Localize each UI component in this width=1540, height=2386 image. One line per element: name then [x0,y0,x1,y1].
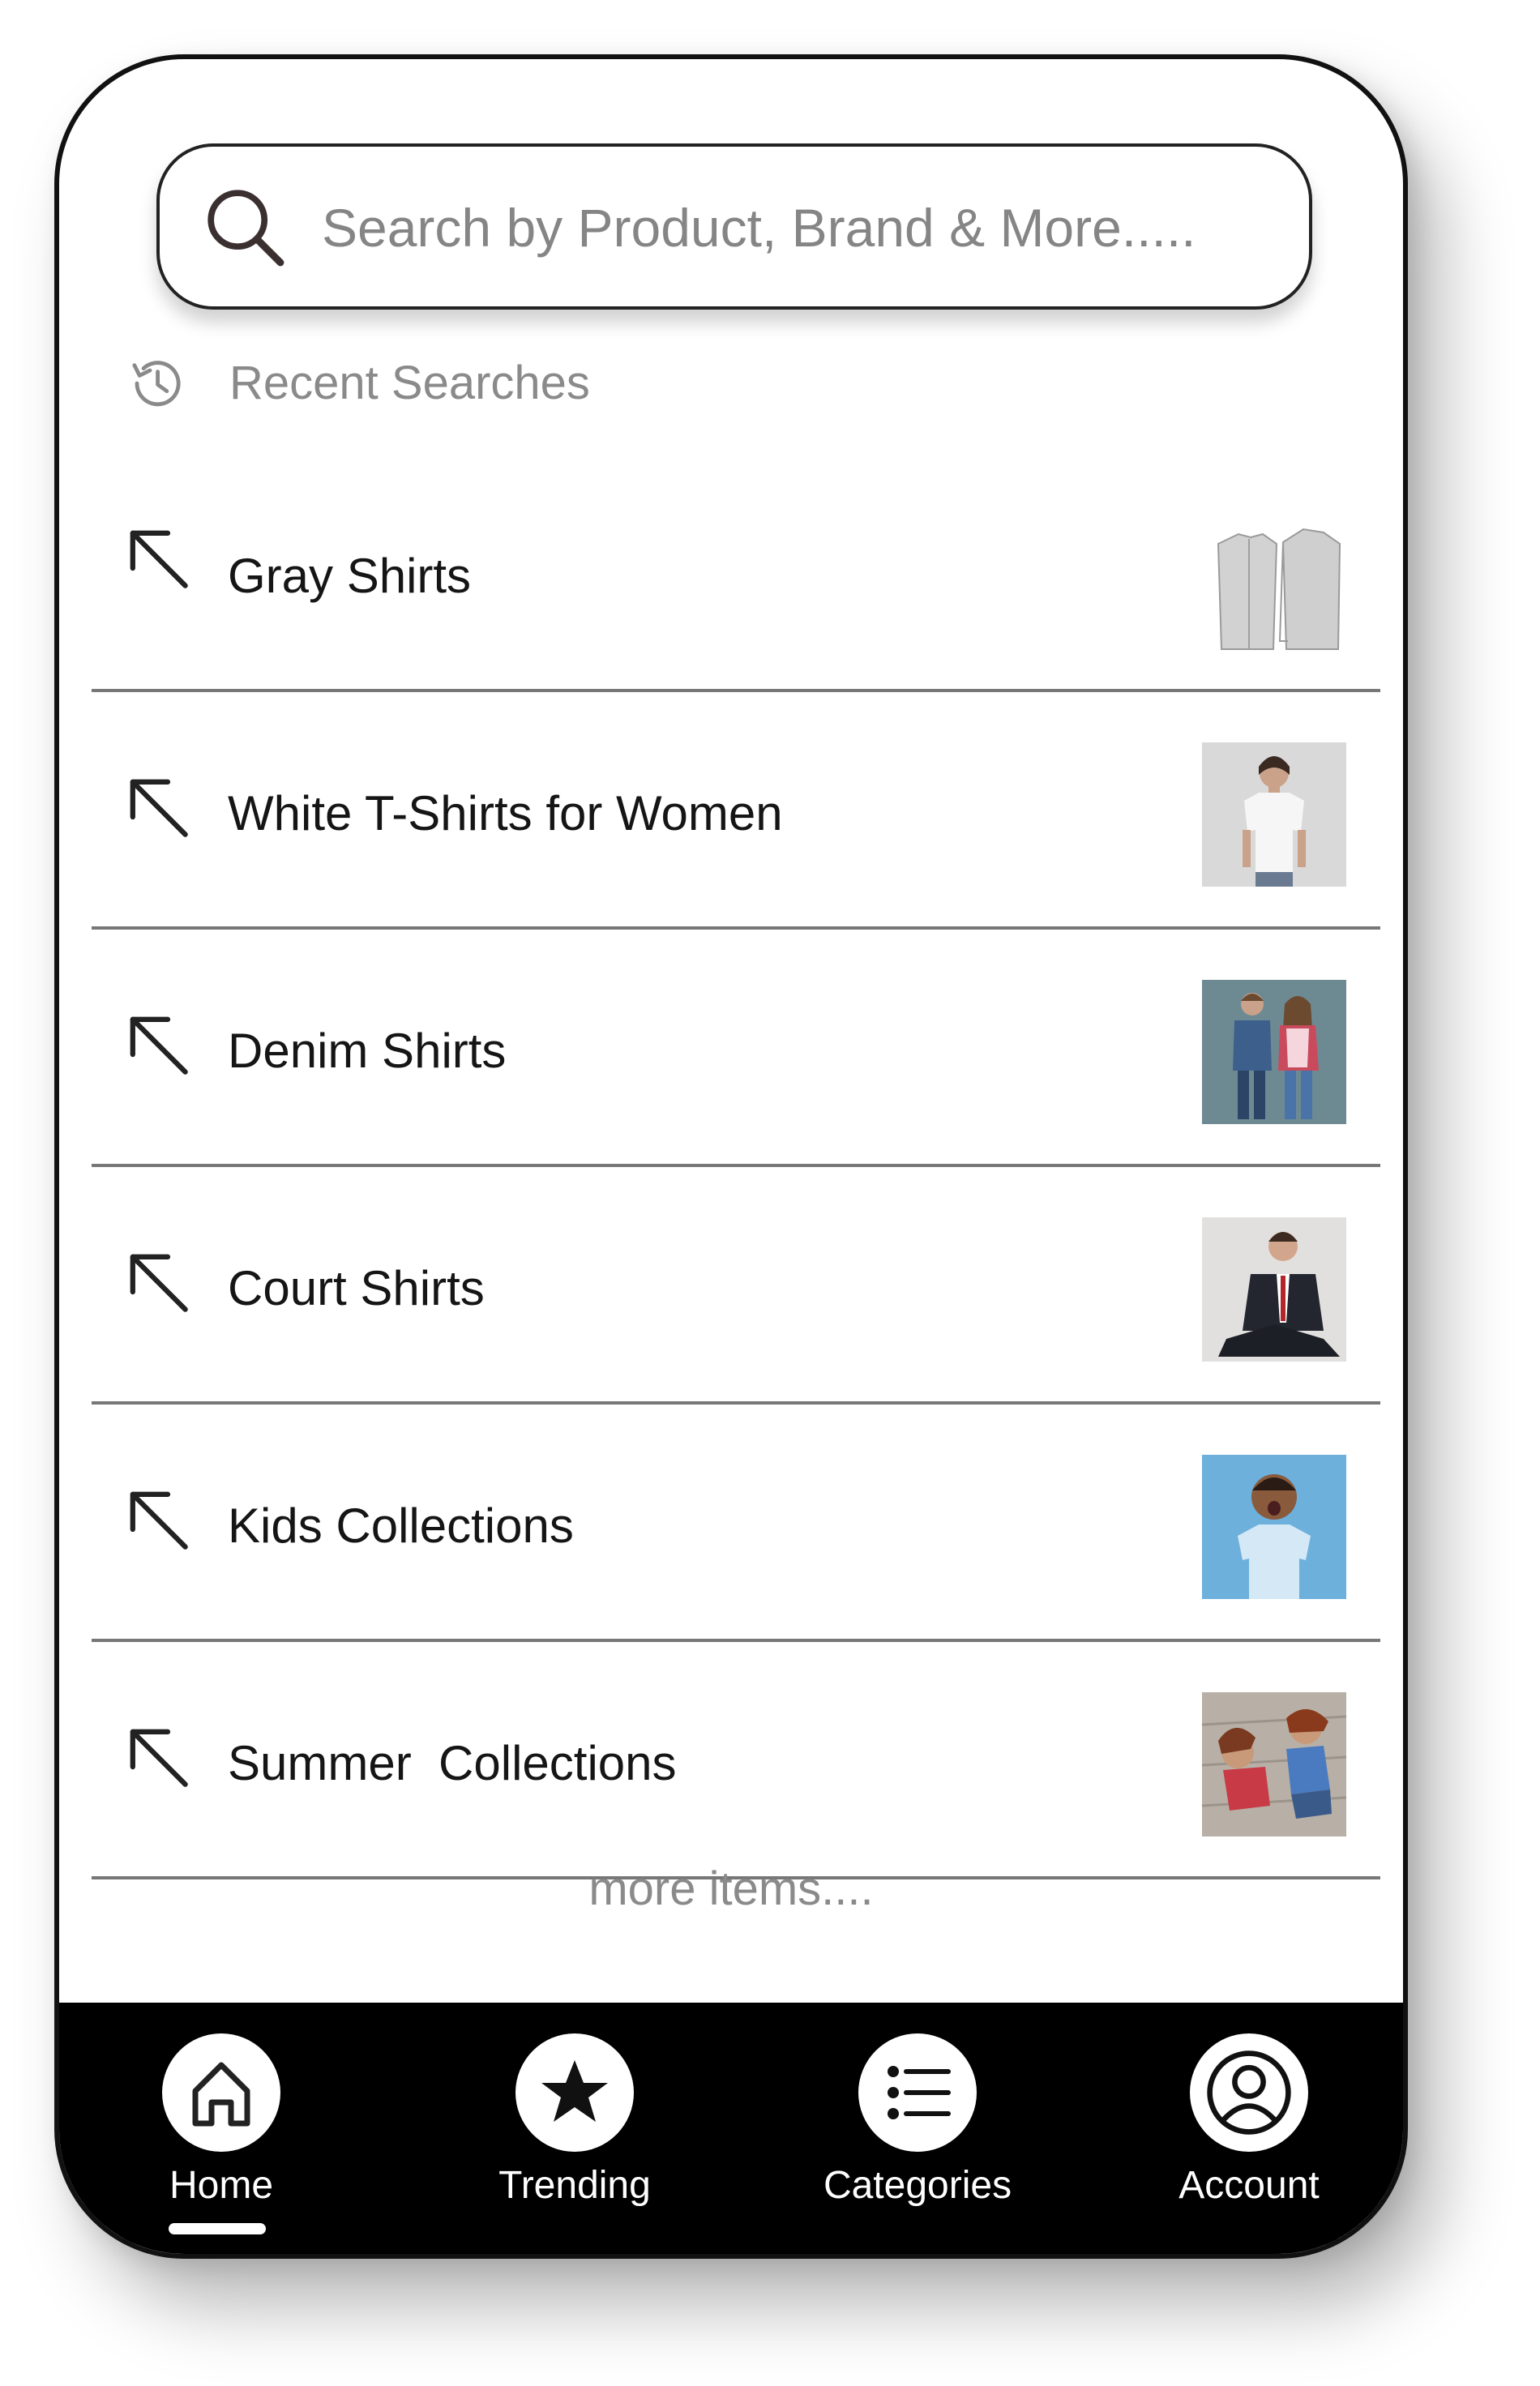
list-item-label: Court Shirts [228,1261,485,1315]
man-in-suit-thumbnail [1202,1217,1346,1362]
list-item-label: White T-Shirts for Women [228,786,783,840]
home-icon[interactable] [162,2033,280,2152]
nav-categories[interactable]: Categories [812,2033,1023,2236]
search-input[interactable] [322,179,1278,276]
active-tab-indicator [169,2223,266,2234]
recent-searches-header: Recent Searches [124,351,1097,424]
star-icon[interactable] [515,2033,634,2152]
denim-kids-thumbnail [1202,980,1346,1124]
phone-frame: Recent Searches Gray Shirts White T-Shir… [54,54,1408,2259]
nav-trending-label: Trending [498,2164,651,2207]
list-item-label: Summer Collections [228,1736,677,1790]
arrow-up-left-icon[interactable] [124,1011,197,1084]
search-icon[interactable] [200,182,289,272]
kid-laughing-thumbnail [1202,1455,1346,1599]
list-item[interactable]: Gray Shirts [92,448,1380,692]
nav-account-label: Account [1179,2164,1320,2207]
arrow-up-left-icon[interactable] [124,773,197,846]
list-icon[interactable] [858,2033,977,2152]
list-item[interactable]: White T-Shirts for Women [92,692,1380,930]
summer-kids-thumbnail [1202,1692,1346,1837]
search-bar[interactable] [156,143,1312,310]
arrow-up-left-icon[interactable] [124,524,197,597]
list-item[interactable]: Summer Collections [92,1642,1380,1879]
gray-shirts-thumbnail [1202,520,1346,664]
list-item[interactable]: Denim Shirts [92,930,1380,1167]
list-item-label: Gray Shirts [228,549,472,603]
arrow-up-left-icon[interactable] [124,1723,197,1796]
more-items-link[interactable]: more items.... [59,1862,1403,1916]
arrow-up-left-icon[interactable] [124,1248,197,1321]
recent-searches-title: Recent Searches [229,357,590,409]
list-item[interactable]: Court Shirts [92,1167,1380,1405]
bottom-navigation: Home Trending Categories Account [59,2003,1403,2254]
list-item-label: Denim Shirts [228,1024,507,1078]
list-item[interactable]: Kids Collections [92,1405,1380,1642]
nav-account[interactable]: Account [1144,2033,1354,2236]
user-icon[interactable] [1190,2033,1308,2152]
arrow-up-left-icon[interactable] [124,1486,197,1559]
list-item-label: Kids Collections [228,1499,574,1553]
nav-home[interactable]: Home [116,2033,327,2236]
white-tshirt-thumbnail [1202,742,1346,887]
history-icon [132,361,181,407]
recent-searches-list: Gray Shirts White T-Shirts for Women Den… [92,448,1380,1879]
nav-trending[interactable]: Trending [469,2033,680,2236]
nav-categories-label: Categories [823,2164,1012,2207]
nav-home-label: Home [169,2164,274,2207]
